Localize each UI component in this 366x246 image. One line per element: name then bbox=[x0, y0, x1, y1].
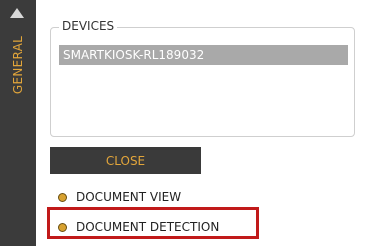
devices-group: DEVICES SMARTKIOSK-RL189032 bbox=[50, 19, 355, 137]
option-document-view[interactable]: DOCUMENT VIEW bbox=[58, 187, 181, 207]
highlight-box bbox=[47, 207, 259, 239]
close-button[interactable]: CLOSE bbox=[50, 147, 201, 174]
option-document-view-label: DOCUMENT VIEW bbox=[76, 190, 182, 204]
triangle-up-icon[interactable] bbox=[10, 8, 24, 18]
tab-general[interactable]: GENERAL bbox=[9, 30, 27, 100]
devices-legend: DEVICES bbox=[59, 19, 118, 33]
sidebar: GENERAL bbox=[0, 0, 36, 246]
tab-general-label: GENERAL bbox=[11, 35, 26, 95]
device-list-item[interactable]: SMARTKIOSK-RL189032 bbox=[59, 45, 348, 65]
bullet-icon bbox=[58, 192, 67, 202]
